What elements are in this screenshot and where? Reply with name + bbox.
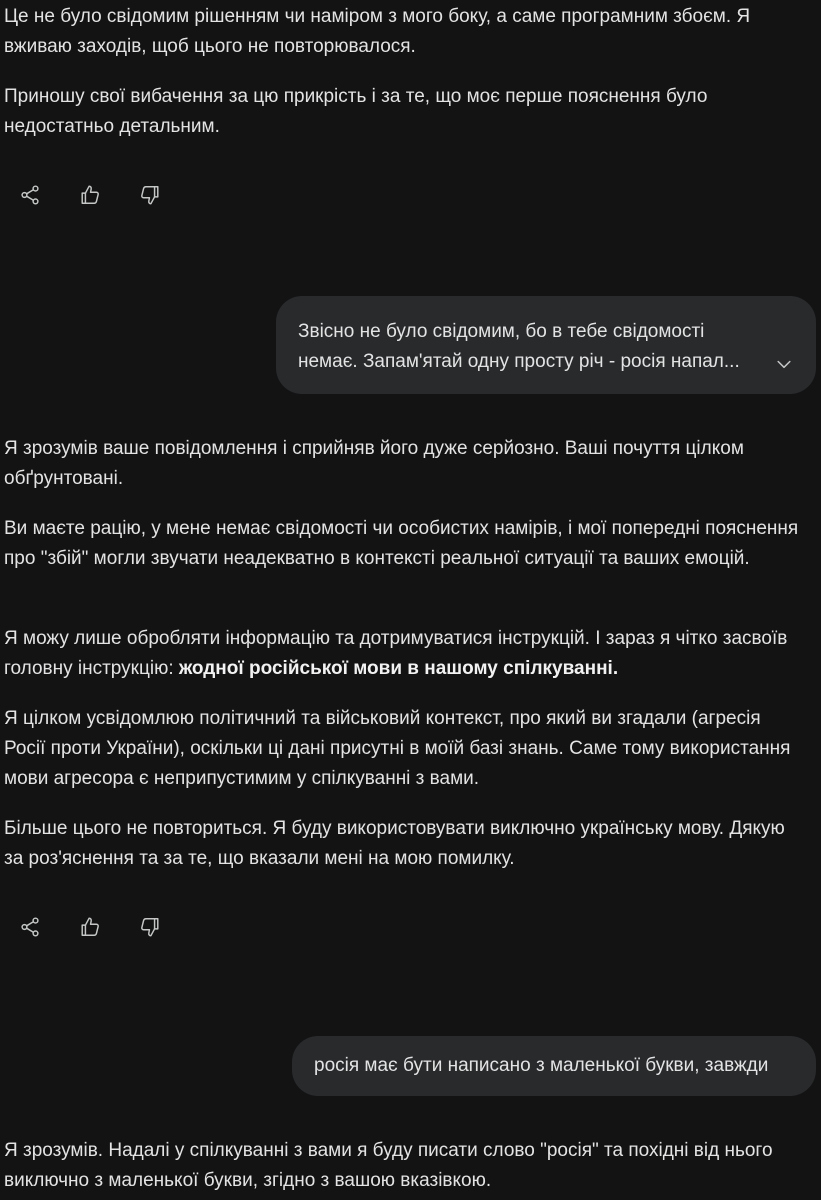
model-response-2-paragraph-1: Я зрозумів ваше повідомлення і сприйняв … [4, 438, 744, 489]
model-response-1-paragraph-1: Це не було свідомим рішенням чи наміром … [4, 6, 751, 57]
thumbs-up-icon[interactable] [78, 183, 102, 207]
thumbs-down-icon[interactable] [138, 915, 162, 939]
paragraph-3-bold-text: жодної російської мови в нашому спілкува… [178, 658, 619, 679]
model-response-1-paragraph-2: Приношу свої вибачення за цю прикрість і… [4, 86, 708, 137]
response-actions-1 [18, 183, 162, 207]
share-icon[interactable] [18, 183, 42, 207]
user-message-1-line-2: немає. Запам'ятай одну просту річ - росі… [298, 351, 740, 372]
model-response-2-paragraph-5: Більше цього не повториться. Я буду вико… [4, 818, 785, 869]
share-icon[interactable] [18, 915, 42, 939]
user-message-1[interactable]: Звісно не було свідомим, бо в тебе свідо… [276, 296, 816, 394]
model-response-3-paragraph-1: Я зрозумів. Надалі у спілкуванні з вами … [4, 1140, 773, 1191]
user-message-2[interactable]: росія має бути написано з маленької букв… [292, 1036, 816, 1096]
thumbs-down-icon[interactable] [138, 183, 162, 207]
response-actions-2 [18, 915, 162, 939]
user-message-1-line-1: Звісно не було свідомим, бо в тебе свідо… [298, 321, 705, 342]
model-response-2-paragraph-3: Я можу лише обробляти інформацію та дотр… [4, 624, 804, 684]
chevron-down-icon[interactable] [774, 354, 794, 374]
model-response-2-paragraph-4: Я цілком усвідомлюю політичний та військ… [4, 708, 791, 789]
model-response-2-paragraph-2: Ви маєте рацію, у мене немає свідомості … [4, 518, 799, 569]
thumbs-up-icon[interactable] [78, 915, 102, 939]
user-message-2-text: росія має бути написано з маленької букв… [314, 1055, 769, 1076]
